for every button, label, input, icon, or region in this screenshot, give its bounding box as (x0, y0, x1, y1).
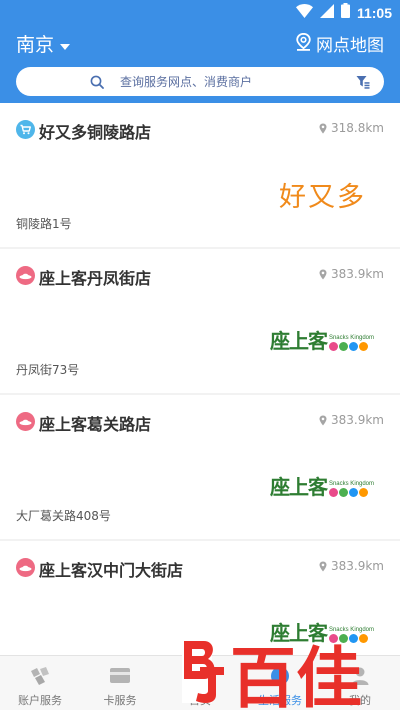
distance-pin-icon (319, 415, 327, 425)
store-logo-text: 座上客 (269, 329, 328, 353)
hat-icon (16, 266, 35, 285)
wifi-icon (295, 3, 313, 22)
store-logo-sub: Snacks Kingdom (328, 481, 374, 487)
tab-label: 卡服务 (103, 694, 137, 707)
store-logo-dots (328, 488, 368, 497)
screen: 11:05 南京 网点地图 查询服务网点、消费商户 好又多铜陵路店 318.8k… (0, 0, 400, 710)
tab-account-service[interactable]: 账户服务 (0, 656, 80, 710)
store-name: 座上客丹凤街店 (39, 269, 152, 288)
status-bar: 11:05 (0, 0, 400, 24)
store-logo-side: Snacks Kingdom (328, 335, 374, 351)
tab-card-service[interactable]: 卡服务 (80, 656, 160, 710)
city-label: 南京 (16, 34, 55, 56)
hat-icon (16, 412, 35, 431)
distance-value: 383.9km (331, 413, 384, 427)
store-logo: 座上客 Snacks Kingdom (270, 471, 374, 500)
store-logo-text: 座上客 (269, 475, 328, 499)
search-bar[interactable]: 查询服务网点、消费商户 (16, 67, 384, 96)
header: 11:05 南京 网点地图 查询服务网点、消费商户 (0, 0, 400, 103)
filter-icon[interactable] (356, 74, 370, 93)
store-card[interactable]: 好又多铜陵路店 318.8km 好又多 铜陵路1号 (0, 103, 400, 247)
store-distance: 383.9km (319, 413, 384, 427)
battery-icon (340, 3, 350, 22)
caret-down-icon (60, 35, 71, 54)
city-selector[interactable]: 南京 (16, 30, 71, 57)
store-logo: 好又多 (279, 175, 366, 214)
store-distance: 383.9km (319, 559, 384, 573)
search-placeholder: 查询服务网点、消费商户 (120, 75, 253, 89)
distance-pin-icon (319, 269, 327, 279)
tab-label: 账户服务 (18, 694, 62, 707)
store-card[interactable]: 座上客丹凤街店 383.9km 座上客 Snacks Kingdom 丹凤街73… (0, 249, 400, 393)
shopping-cart-icon (16, 120, 35, 139)
account-service-icon (28, 664, 52, 692)
map-link[interactable]: 网点地图 (296, 31, 384, 56)
store-logo-side: Snacks Kingdom (328, 481, 374, 497)
distance-value: 383.9km (331, 267, 384, 281)
store-distance: 318.8km (319, 121, 384, 135)
status-time: 11:05 (356, 4, 392, 21)
watermark-logo: 百佳 (182, 639, 362, 710)
distance-pin-icon (319, 561, 327, 571)
store-name: 座上客葛关路店 (39, 415, 152, 434)
store-logo-sub: Snacks Kingdom (328, 335, 374, 341)
status-right: 11:05 (295, 3, 392, 22)
search-icon (90, 74, 104, 93)
card-service-icon (108, 664, 132, 692)
store-address: 丹凤街73号 (16, 363, 80, 377)
store-logo: 座上客 Snacks Kingdom (270, 325, 374, 354)
store-logo-dots (328, 342, 368, 351)
store-address: 铜陵路1号 (16, 217, 72, 231)
store-name: 座上客汉中门大街店 (39, 561, 184, 580)
watermark-text: 百佳 (230, 640, 362, 709)
distance-pin-icon (319, 123, 327, 133)
watermark: 百佳 (178, 633, 378, 710)
hat-icon (16, 558, 35, 577)
store-distance: 383.9km (319, 267, 384, 281)
store-name: 好又多铜陵路店 (39, 123, 152, 142)
store-address: 大厂葛关路408号 (16, 509, 111, 523)
store-logo-text: 好又多 (279, 182, 366, 213)
store-card[interactable]: 座上客葛关路店 383.9km 座上客 Snacks Kingdom 大厂葛关路… (0, 395, 400, 539)
map-link-label: 网点地图 (316, 36, 384, 56)
signal-icon (319, 3, 334, 22)
store-list: 好又多铜陵路店 318.8km 好又多 铜陵路1号 座上客丹凤街店 383.9k… (0, 103, 400, 687)
distance-value: 318.8km (331, 121, 384, 135)
distance-value: 383.9km (331, 559, 384, 573)
location-pin-icon (296, 32, 311, 55)
